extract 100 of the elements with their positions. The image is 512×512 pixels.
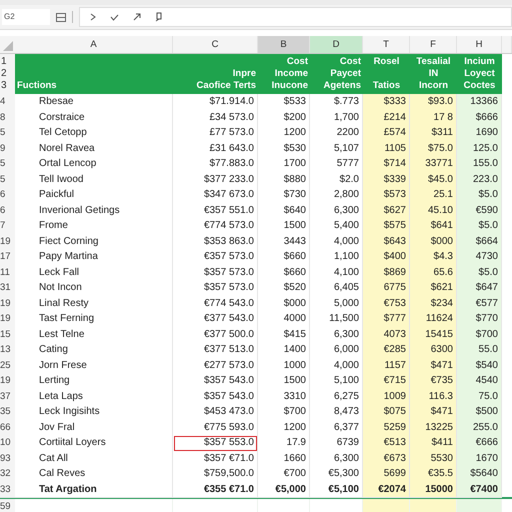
row-number[interactable]: 17 [0,249,15,266]
table-cell: €2074 [363,482,410,498]
table-cell: 6739 [310,435,363,452]
table-cell: Tat Argation [15,482,173,498]
column-header[interactable]: D [310,36,363,53]
table-cell: $575 [363,218,410,234]
table-cell: €735 [410,373,457,390]
row-number[interactable]: 35 [0,404,15,420]
column-header[interactable]: H [457,36,502,53]
table-cell: €377 513.0 [173,342,258,358]
table-cell: 2,800 [310,187,363,204]
table-cell: €5,300 [310,466,363,482]
row-number[interactable]: 32 [0,466,15,482]
table-cell: 8,473 [310,404,363,420]
table-cell: $311 [410,125,457,142]
table-cell: 5699 [363,466,410,482]
table-cell: €774 573.0 [173,218,258,234]
table-cell: 1400 [258,342,310,358]
row-number[interactable]: 19 [0,311,15,328]
table-cell: $520 [258,280,310,296]
column-title: Inpre Caofice Terts [173,54,258,94]
table-cell: Cating [15,342,173,358]
table-cell: Paickful [15,187,173,204]
table-cell: 1200 [258,125,310,142]
row-number[interactable]: 10 [0,435,15,452]
row-number[interactable]: 6 [0,187,15,204]
table-cell: 1500 [258,218,310,234]
table-cell: £574 [363,125,410,142]
table-cell: €285 [363,342,410,358]
table-cell: €715 [363,373,410,390]
table-cell: 6300 [410,342,457,358]
table-cell: Leck Ingisihts [15,404,173,420]
table-cell: 4000 [258,311,310,328]
table-cell: $4.3 [410,249,457,266]
column-header[interactable]: B [258,36,310,53]
row-number[interactable]: 5 [0,125,15,142]
row-number[interactable]: 4 [0,94,15,110]
row-number[interactable]: 3 [1,80,15,92]
table-cell: $411 [410,435,457,452]
table-cell: €666 [457,435,502,452]
table-cell: $621 [410,280,457,296]
table-cell: Tel Cetopp [15,125,173,142]
table-cell: $357 543.0 [173,373,258,390]
table-cell: $93.0 [410,94,457,110]
column-header[interactable]: F [410,36,457,53]
table-cell: $759,500.0 [173,466,258,482]
table-cell: 55.0 [457,342,502,358]
table-cell: $400 [363,249,410,266]
table-cell: Lerting [15,373,173,390]
name-box[interactable]: G2 [2,9,50,25]
table-cell: 33771 [410,156,457,172]
table-cell: €5,100 [310,482,363,498]
table-cell: $573 [363,187,410,204]
row-number[interactable]: 2 [1,68,15,80]
table-cell: 1,100 [310,249,363,266]
table-cell: Papy Martina [15,249,173,266]
table-cell: 5,400 [310,218,363,234]
separator-icon [72,11,73,23]
table-cell: 6,405 [310,280,363,296]
chevron-icon[interactable] [90,13,96,21]
column-title: Tesalial IN Incorn [410,54,457,94]
row-number[interactable]: 31 [0,280,15,296]
table-cell: 11624 [410,311,457,328]
table-cell: $5.0 [457,218,502,234]
table-cell: €513 [363,435,410,452]
column-title: Cost Paycet Agetens [310,54,363,94]
row-number[interactable]: 13 [0,342,15,358]
table-cell: $357 553.0 [173,435,258,452]
column-header[interactable]: T [363,36,410,53]
table-cell: $660 [258,249,310,266]
table-cell: $647 [457,280,502,296]
row-number[interactable]: 59 [0,499,15,512]
row-number[interactable]: 33 [0,482,15,498]
column-title: Incium Loyect Coctes [457,54,502,94]
table-cell: $777 [363,311,410,328]
table-cell: 17.9 [258,435,310,452]
table-cell: $075 [363,404,410,420]
column-title: Cost Income Inucone [258,54,310,94]
table-cell: Cal Reves [15,466,173,482]
column-header[interactable]: A [15,36,173,53]
table-cell: 155.0 [457,156,502,172]
table-cell: 13366 [457,94,502,110]
row-number[interactable]: 19 [0,373,15,390]
arrow-icon[interactable] [133,13,141,21]
row-number[interactable]: 7 [0,218,15,234]
table-cell: $700 [258,404,310,420]
table-cell: $730 [258,187,310,204]
table-cell: 25.1 [410,187,457,204]
table-cell: $77.883.0 [173,156,258,172]
table-cell: $714 [363,156,410,172]
table-cell: 5,100 [310,373,363,390]
row-number[interactable]: 1 [1,56,15,68]
table-icon[interactable] [56,12,66,22]
table-cell: $770 [457,311,502,328]
check-icon[interactable] [110,14,119,20]
table-cell: €357 573.0 [173,249,258,266]
table-cell: €377 543.0 [173,311,258,328]
document-icon[interactable] [155,12,163,22]
row-number[interactable]: 5 [0,156,15,172]
table-cell: £77 573.0 [173,125,258,142]
